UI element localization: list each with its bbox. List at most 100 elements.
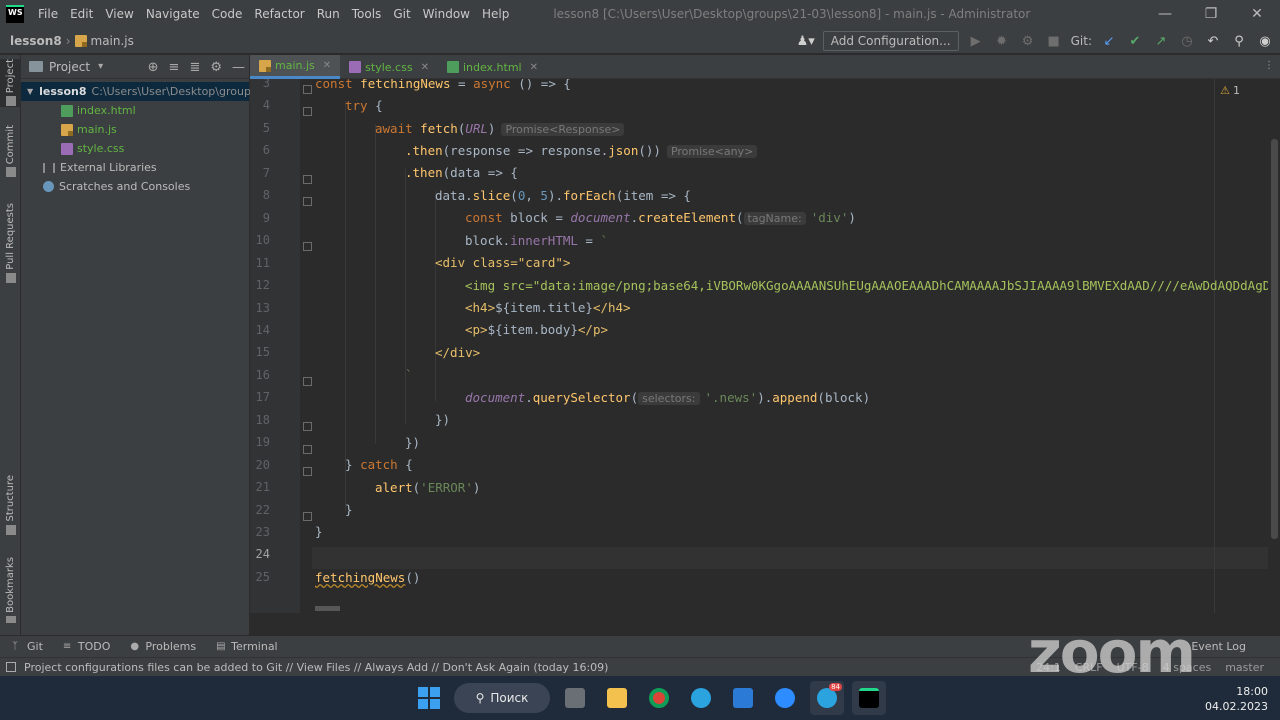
hide-icon[interactable]: — [232,60,245,75]
fold-marker-icon[interactable] [303,107,312,116]
structure-icon [5,524,16,535]
close-tab-icon[interactable]: ✕ [323,60,331,71]
git-branch-icon: ᛉ [12,640,18,652]
tabs-menu-icon[interactable]: ⋮ [1264,60,1274,71]
fold-marker-icon[interactable] [303,85,312,94]
user-icon[interactable]: ♟▾ [797,32,815,50]
terminal-tool-button[interactable]: ▤ Terminal [216,640,278,653]
stop-icon[interactable]: ■ [1045,32,1063,50]
webstorm-button[interactable] [852,681,886,715]
menu-item-navigate[interactable]: Navigate [140,0,206,28]
tree-item-file[interactable]: index.html [21,101,249,120]
close-tab-icon[interactable]: ✕ [421,62,429,73]
method-token: createElement [638,210,736,225]
project-tree: ▼ lesson8 C:\Users\User\Desktop\group in… [21,79,251,196]
menu-item-view[interactable]: View [99,0,139,28]
debug-icon[interactable]: ✹ [993,32,1011,50]
menu-item-code[interactable]: Code [206,0,249,28]
layout-toggle-icon[interactable] [6,662,16,672]
taskbar-search[interactable]: ⚲ Поиск [454,683,550,713]
fold-marker-icon[interactable] [303,422,312,431]
task-view-button[interactable] [558,681,592,715]
tab-style-css[interactable]: style.css ✕ [340,55,438,79]
tab-index-html[interactable]: index.html ✕ [438,55,547,79]
fold-marker-icon[interactable] [303,467,312,476]
status-message[interactable]: Project configurations files can be adde… [24,661,608,674]
restore-icon[interactable]: ❐ [1188,0,1234,28]
menu-item-file[interactable]: File [32,0,64,28]
fold-gutter [300,79,312,613]
breadcrumb-file[interactable]: main.js [91,34,134,48]
start-button[interactable] [412,681,446,715]
menu-item-run[interactable]: Run [311,0,346,28]
system-clock[interactable]: 18:00 04.02.2023 [1205,684,1268,714]
menu-item-window[interactable]: Window [417,0,476,28]
breadcrumb-project[interactable]: lesson8 [10,34,62,48]
git-push-icon[interactable]: ↗ [1152,32,1170,50]
horizontal-scrollbar[interactable] [315,606,340,611]
menu-item-help[interactable]: Help [476,0,515,28]
pull-requests-tool-button[interactable]: Pull Requests [0,203,21,285]
telegram-button[interactable] [684,681,718,715]
search-icon[interactable]: ⚲ [1230,32,1248,50]
menu-item-tools[interactable]: Tools [346,0,388,28]
git-update-icon[interactable]: ↙ [1100,32,1118,50]
menu-item-git[interactable]: Git [387,0,416,28]
navigation-bar: lesson8 › main.js ♟▾ Add Configuration..… [0,28,1280,54]
event-log-button[interactable]: Event Log [1191,640,1246,653]
tree-item-file[interactable]: style.css [21,139,249,158]
close-tab-icon[interactable]: ✕ [530,62,538,73]
expand-arrow-icon[interactable]: ▼ [27,87,33,96]
keyword-token: catch [360,457,398,472]
code-editor[interactable]: 3 4 5 6 7 8 9 10 11 12 13 14 15 16 17 18 19 20 21 22 23 24 25 … [250,79,1280,613]
git-commit-icon[interactable]: ✔ [1126,32,1144,50]
minimize-icon[interactable]: — [1142,0,1188,28]
bookmarks-tool-button[interactable]: Bookmarks [0,557,21,623]
gear-icon[interactable]: ⚙ [210,60,222,75]
collapse-all-icon[interactable]: ≣ [189,60,200,75]
project-tool-button[interactable]: Project [0,59,21,107]
fold-marker-icon[interactable] [303,445,312,454]
tab-main-js[interactable]: main.js ✕ [250,55,341,79]
scrollbar-thumb[interactable] [1271,139,1278,539]
tree-item-scratches[interactable]: Scratches and Consoles [21,177,249,196]
fold-marker-icon[interactable] [303,197,312,206]
app-button[interactable] [726,681,760,715]
file-explorer-button[interactable] [600,681,634,715]
commit-icon [5,167,16,178]
rollback-icon[interactable]: ↶ [1204,32,1222,50]
vertical-scrollbar[interactable] [1268,79,1280,613]
fold-marker-icon[interactable] [303,175,312,184]
git-tool-button[interactable]: ᛉ Git [12,640,43,653]
chrome-button[interactable] [642,681,676,715]
code-line: const block = document.createElement(tag… [465,210,856,225]
zoom-button[interactable] [768,681,802,715]
coverage-icon[interactable]: ⚙ [1019,32,1037,50]
webstorm-logo[interactable]: WS [6,5,24,23]
close-icon[interactable]: ✕ [1234,0,1280,28]
menu-item-edit[interactable]: Edit [64,0,99,28]
structure-tool-button[interactable]: Structure [0,475,21,535]
history-icon[interactable]: ◷ [1178,32,1196,50]
add-configuration-button[interactable]: Add Configuration... [822,31,959,51]
project-view-selector[interactable]: Project [49,60,90,74]
tree-item-external-libraries[interactable]: External Libraries [21,158,249,177]
todo-tool-button[interactable]: ≡ TODO [63,640,111,653]
git-branch[interactable]: master [1225,661,1264,674]
ide-logo-icon[interactable]: ◉ [1256,32,1274,50]
run-icon[interactable]: ▶ [967,32,985,50]
inspection-widget[interactable]: ⚠ 1 [1220,84,1240,97]
locate-icon[interactable]: ⊕ [148,60,159,75]
fold-marker-icon[interactable] [303,512,312,521]
expand-all-icon[interactable]: ≡ [169,60,180,75]
tree-item-root[interactable]: ▼ lesson8 C:\Users\User\Desktop\group [21,82,251,101]
chevron-down-icon[interactable]: ▾ [98,61,103,72]
string-token: 'div' [810,210,849,225]
fold-marker-icon[interactable] [303,377,312,386]
commit-tool-button[interactable]: Commit [0,125,21,181]
fold-marker-icon[interactable] [303,242,312,251]
telegram-window-button[interactable]: 84 [810,681,844,715]
menu-item-refactor[interactable]: Refactor [248,0,310,28]
tree-item-file[interactable]: main.js [21,120,249,139]
problems-tool-button[interactable]: ● Problems [130,640,196,653]
